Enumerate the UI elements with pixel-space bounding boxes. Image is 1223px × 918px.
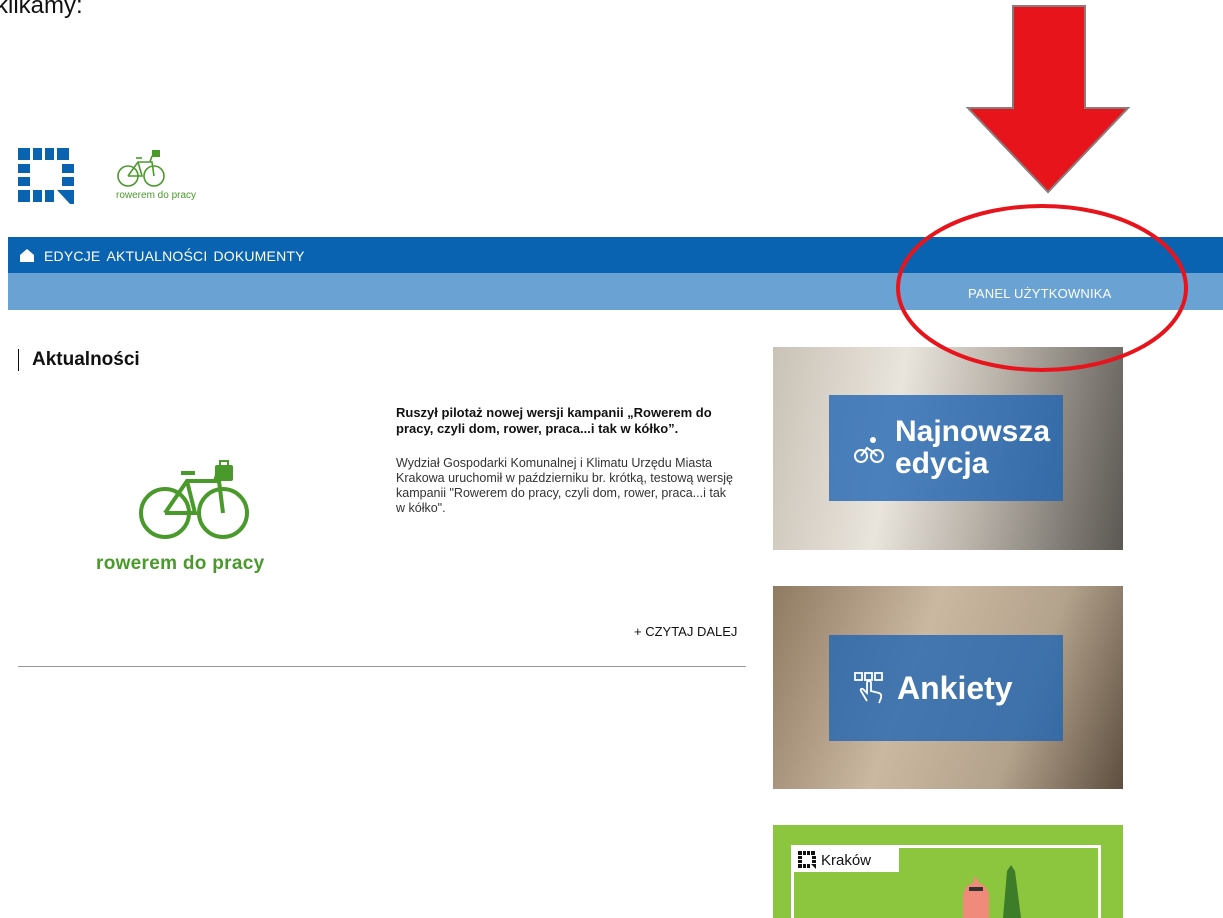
tile-overlay: Najnowsza edycja — [829, 395, 1063, 501]
nav-links: EDYCJE AKTUALNOŚCI DOKUMENTY — [44, 248, 305, 264]
news-image-caption: rowerem do pracy — [96, 553, 265, 574]
city-illustration — [963, 865, 1021, 918]
home-icon[interactable] — [20, 249, 34, 262]
user-panel-link[interactable]: PANEL UŻYTKOWNIKA — [968, 286, 1112, 301]
tile-label: Najnowsza edycja — [895, 415, 1051, 480]
nav-item-dokumenty[interactable]: DOKUMENTY — [213, 248, 304, 264]
divider — [18, 666, 746, 667]
tile-krakow-label: Kraków — [794, 848, 899, 872]
tile-label: Ankiety — [897, 669, 1013, 706]
red-arrow-icon — [965, 5, 1131, 194]
tile-overlay: Ankiety — [829, 635, 1063, 741]
krakow-logo-icon — [798, 851, 816, 869]
news-excerpt: Wydział Gospodarki Komunalnej i Klimatu … — [396, 456, 733, 515]
rowerem-logo-text: rowerem do pracy — [116, 190, 197, 201]
section-title: Aktualności — [18, 349, 140, 371]
krakow-logo-icon[interactable] — [18, 148, 74, 204]
nav-item-aktualnosci[interactable]: AKTUALNOŚCI — [106, 248, 207, 264]
tile-surveys[interactable]: Ankiety — [773, 586, 1123, 789]
bicycle-rider-icon — [854, 437, 884, 463]
tile-krakow[interactable]: Kraków — [773, 825, 1123, 918]
news-title[interactable]: Ruszył pilotaż nowej wersji kampanii „Ro… — [396, 405, 746, 437]
nav-item-edycje[interactable]: EDYCJE — [44, 248, 100, 264]
tile-latest-edition[interactable]: Najnowsza edycja — [773, 347, 1123, 550]
survey-touch-icon — [854, 672, 883, 704]
read-more-link[interactable]: + CZYTAJ DALEJ — [634, 624, 737, 639]
instruction-caption: klikamy: — [0, 0, 83, 19]
main-nav-bar: EDYCJE AKTUALNOŚCI DOKUMENTY — [8, 237, 1223, 273]
tile-label: Kraków — [821, 851, 872, 869]
